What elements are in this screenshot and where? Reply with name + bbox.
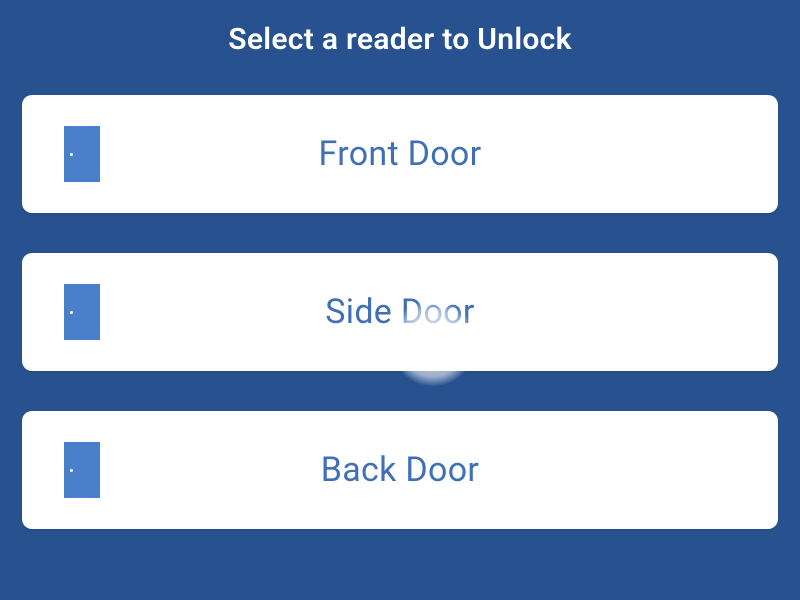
- reader-label: Back Door: [22, 450, 778, 490]
- reader-list: Front Door Side Door Back Door: [22, 95, 778, 529]
- reader-label: Side Door: [22, 292, 778, 332]
- reader-button-front-door[interactable]: Front Door: [22, 95, 778, 213]
- reader-button-back-door[interactable]: Back Door: [22, 411, 778, 529]
- page-title: Select a reader to Unlock: [22, 22, 778, 57]
- reader-label: Front Door: [22, 134, 778, 174]
- reader-button-side-door[interactable]: Side Door: [22, 253, 778, 371]
